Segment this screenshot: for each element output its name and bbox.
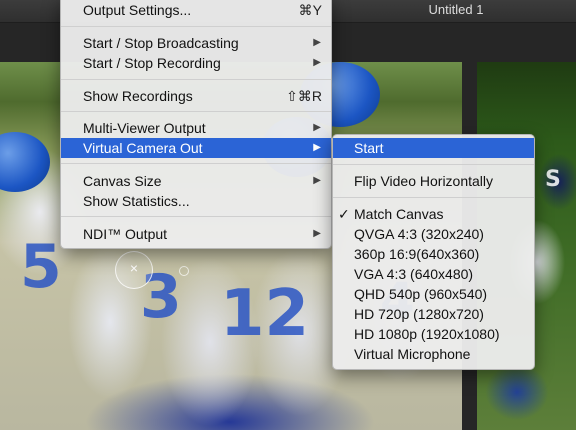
menu-item-ndi-output[interactable]: NDI™ Output ▶ <box>61 224 331 244</box>
menu-item-label: Output Settings... <box>83 2 192 18</box>
menu-item-label: Show Statistics... <box>83 193 190 209</box>
submenu-arrow-icon: ▶ <box>313 122 321 133</box>
submenu-item-flip-video[interactable]: Flip Video Horizontally <box>333 171 534 191</box>
submenu-item-hd720[interactable]: HD 720p (1280x720) <box>333 304 534 324</box>
menu-item-label: VGA 4:3 (640x480) <box>354 266 474 282</box>
submenu-arrow-icon: ▶ <box>313 228 321 239</box>
menu-item-show-statistics[interactable]: Show Statistics... <box>61 191 331 211</box>
menu-item-label: QVGA 4:3 (320x240) <box>354 226 484 242</box>
checkmark-icon: ✓ <box>338 206 350 222</box>
submenu-item-start[interactable]: Start <box>333 138 534 158</box>
crosshair-icon: × <box>129 260 139 276</box>
menu-item-label: NDI™ Output <box>83 226 168 242</box>
menu-separator <box>333 164 534 165</box>
submenu-item-qhd[interactable]: QHD 540p (960x540) <box>333 284 534 304</box>
menu-item-multi-viewer-output[interactable]: Multi-Viewer Output ▶ <box>61 118 331 138</box>
shortcut-label: ⇧⌘R <box>286 88 322 104</box>
menu-separator <box>61 79 331 80</box>
submenu-item-vga[interactable]: VGA 4:3 (640x480) <box>333 264 534 284</box>
menu-item-label: Start <box>354 140 384 156</box>
menu-item-output-settings[interactable]: Output Settings... ⌘Y <box>61 0 331 20</box>
menu-item-label: HD 720p (1280x720) <box>354 306 484 322</box>
menu-item-label: Canvas Size <box>83 173 162 189</box>
submenu-arrow-icon: ▶ <box>313 37 321 48</box>
rotation-handle[interactable] <box>179 266 189 276</box>
transform-handle[interactable]: × <box>115 251 153 289</box>
menu-item-label: HD 1080p (1920x1080) <box>354 326 500 342</box>
menu-item-label: QHD 540p (960x540) <box>354 286 488 302</box>
menu-item-label: Virtual Camera Out <box>83 140 203 156</box>
submenu-item-match-canvas[interactable]: ✓ Match Canvas <box>333 204 534 224</box>
menu-item-label: Start / Stop Broadcasting <box>83 35 239 51</box>
submenu-item-virtual-microphone[interactable]: Virtual Microphone <box>333 344 534 364</box>
menu-item-start-stop-recording[interactable]: Start / Stop Recording ▶ <box>61 53 331 73</box>
submenu-arrow-icon: ▶ <box>313 142 321 153</box>
jersey-number: S <box>545 167 561 192</box>
menu-item-label: 360p 16:9(640x360) <box>354 246 480 262</box>
menu-item-label: Start / Stop Recording <box>83 55 221 71</box>
jersey-number: 12 <box>220 277 310 351</box>
submenu-item-hd1080[interactable]: HD 1080p (1920x1080) <box>333 324 534 344</box>
menu-item-canvas-size[interactable]: Canvas Size ▶ <box>61 171 331 191</box>
menu-item-label: Multi-Viewer Output <box>83 120 206 136</box>
virtual-camera-submenu: Start Flip Video Horizontally ✓ Match Ca… <box>332 134 535 370</box>
shortcut-label: ⌘Y <box>298 2 322 18</box>
jersey-number: 5 <box>20 232 62 302</box>
player-helmet <box>0 132 50 192</box>
output-menu: Output Settings... ⌘Y Start / Stop Broad… <box>60 0 332 249</box>
menu-separator <box>61 111 331 112</box>
window-title: Untitled 1 <box>428 2 484 17</box>
menu-separator <box>61 216 331 217</box>
menu-separator <box>61 163 331 164</box>
menu-item-virtual-camera-out[interactable]: Virtual Camera Out ▶ <box>61 138 331 158</box>
menu-item-label: Show Recordings <box>83 88 193 104</box>
submenu-arrow-icon: ▶ <box>313 175 321 186</box>
menu-item-label: Flip Video Horizontally <box>354 173 494 189</box>
menu-item-label: Virtual Microphone <box>354 346 471 362</box>
menu-item-show-recordings[interactable]: Show Recordings ⇧⌘R <box>61 86 331 106</box>
menu-separator <box>61 26 331 27</box>
menu-item-label: Match Canvas <box>354 206 444 222</box>
menu-item-start-stop-broadcasting[interactable]: Start / Stop Broadcasting ▶ <box>61 33 331 53</box>
submenu-item-qvga[interactable]: QVGA 4:3 (320x240) <box>333 224 534 244</box>
submenu-item-360p[interactable]: 360p 16:9(640x360) <box>333 244 534 264</box>
submenu-arrow-icon: ▶ <box>313 57 321 68</box>
menu-separator <box>333 197 534 198</box>
